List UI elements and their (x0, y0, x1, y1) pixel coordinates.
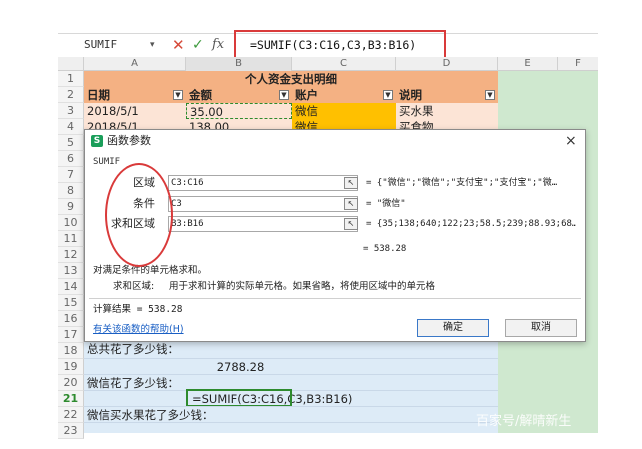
chevron-down-icon[interactable]: ▾ (150, 36, 155, 54)
row-header[interactable]: 7 (58, 167, 84, 183)
filter-dropdown-icon[interactable]: ▼ (485, 90, 495, 100)
filter-dropdown-icon[interactable]: ▼ (383, 90, 393, 100)
formula-annotation-box (234, 30, 446, 60)
dialog-title-bar[interactable] (85, 130, 585, 152)
table-cell[interactable]: 微信 (292, 103, 396, 119)
row-header[interactable]: 5 (58, 135, 84, 151)
active-cell-border (186, 389, 292, 407)
row-header[interactable]: 17 (58, 327, 84, 343)
column-header-bar: A B C D E F (58, 57, 598, 71)
name-box[interactable]: SUMIF (62, 36, 162, 54)
column-header-f[interactable]: F (558, 57, 598, 71)
collapse-ref-icon[interactable]: ↖ (344, 198, 358, 210)
header-cell-note[interactable]: 说明 ▼ (396, 87, 498, 103)
header-label: 金额 (189, 88, 212, 102)
row-header[interactable]: 3 (58, 103, 84, 119)
range-input[interactable]: C3:C16 (168, 175, 358, 191)
calculation-result: 计算结果 = 538.28 (93, 304, 183, 315)
dialog-title: 函数参数 (107, 134, 151, 147)
row-header[interactable]: 11 (58, 231, 84, 247)
row-header[interactable]: 22 (58, 407, 84, 423)
header-label: 账户 (295, 88, 318, 102)
column-header-a[interactable]: A (84, 57, 186, 71)
row-header[interactable]: 15 (58, 295, 84, 311)
cancel-edit-icon[interactable]: ✕ (172, 35, 185, 55)
row-header[interactable]: 23 (58, 423, 84, 439)
app-logo-icon: S (91, 135, 103, 147)
column-header-e[interactable]: E (498, 57, 558, 71)
table-cell[interactable]: 2018/5/1 (84, 103, 186, 119)
sheet-title[interactable]: 个人资金支出明细 (84, 71, 498, 87)
criteria-input[interactable]: C3 (168, 196, 358, 212)
ok-button[interactable]: 确定 (417, 319, 489, 337)
row-header[interactable]: 9 (58, 199, 84, 215)
value-cell[interactable]: 2788.28 (186, 359, 292, 375)
collapse-ref-icon[interactable]: ↖ (344, 177, 358, 189)
header-cell-amount[interactable]: 金额 ▼ (186, 87, 292, 103)
row-header[interactable]: 10 (58, 215, 84, 231)
table-cell[interactable]: 35.00 (186, 103, 292, 119)
row-header[interactable]: 12 (58, 247, 84, 263)
row-header[interactable]: 2 (58, 87, 84, 103)
collapse-ref-icon[interactable]: ↖ (344, 218, 358, 230)
insert-function-icon[interactable]: fx (212, 35, 224, 55)
header-cell-account[interactable]: 账户 ▼ (292, 87, 396, 103)
function-name: SUMIF (93, 157, 121, 167)
select-all-corner[interactable] (58, 57, 84, 71)
function-description: 对满足条件的单元格求和。 (93, 265, 208, 276)
row-header[interactable]: 19 (58, 359, 84, 375)
filter-dropdown-icon[interactable]: ▼ (173, 90, 183, 100)
watermark: 百家号/解晴新生 (476, 414, 572, 429)
arg-description-label: 求和区域: (113, 281, 155, 292)
text-cell[interactable]: 微信买水果花了多少钱： (84, 407, 384, 423)
row-header[interactable]: 20 (58, 375, 84, 391)
row-header[interactable]: 13 (58, 263, 84, 279)
header-label: 日期 (87, 88, 110, 102)
row-header[interactable]: 4 (58, 119, 84, 135)
label-annotation-oval (105, 163, 173, 267)
text-cell[interactable]: 总共花了多少钱： (84, 341, 384, 357)
close-icon[interactable]: × (565, 132, 577, 150)
arg-result-criteria: = "微信" (366, 199, 406, 209)
sum-range-input[interactable]: B3:B16 (168, 216, 358, 232)
row-header[interactable]: 8 (58, 183, 84, 199)
arg-description: 用于求和计算的实际单元格。如果省略，将使用区域中的单元格 (169, 281, 436, 292)
function-result: = 538.28 (363, 244, 407, 254)
filter-dropdown-icon[interactable]: ▼ (279, 90, 289, 100)
row-header[interactable]: 16 (58, 311, 84, 327)
table-cell[interactable]: 买水果 (396, 103, 498, 119)
row-header-active[interactable]: 21 (58, 391, 84, 407)
row-header[interactable]: 6 (58, 151, 84, 167)
column-header-d[interactable]: D (396, 57, 498, 71)
arg-result-range: = {"微信";"微信";"支付宝";"支付宝";"微… (366, 178, 558, 188)
grid-line (84, 422, 498, 423)
divider (89, 298, 581, 299)
row-header[interactable]: 14 (58, 279, 84, 295)
help-link[interactable]: 有关该函数的帮助(H) (93, 323, 184, 337)
confirm-edit-icon[interactable]: ✓ (192, 35, 204, 55)
arg-result-sum-range: = {35;138;640;122;23;58.5;239;88.93;68… (366, 219, 576, 229)
column-header-c[interactable]: C (292, 57, 396, 71)
row-header[interactable]: 1 (58, 71, 84, 87)
header-label: 说明 (399, 88, 422, 102)
header-cell-date[interactable]: 日期 ▼ (84, 87, 186, 103)
row-header[interactable]: 18 (58, 343, 84, 359)
column-header-b[interactable]: B (186, 57, 292, 71)
cancel-button[interactable]: 取消 (505, 319, 577, 337)
